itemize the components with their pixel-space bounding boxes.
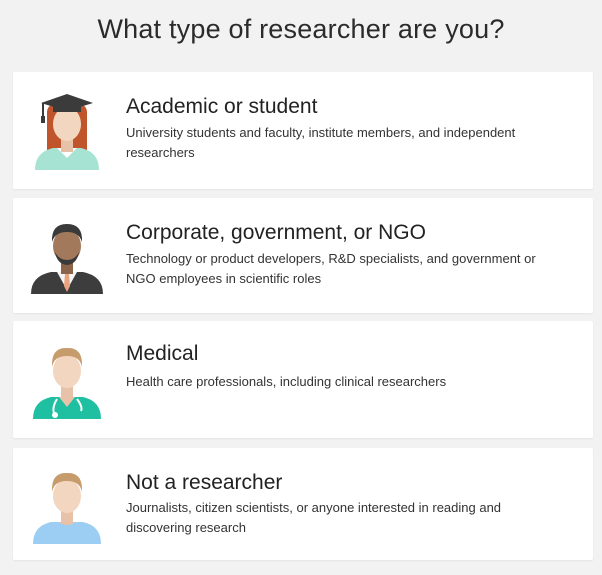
option-title: Not a researcher xyxy=(126,471,283,494)
option-academic-card[interactable]: Academic or student University students … xyxy=(13,72,593,189)
option-corporate-card[interactable]: Corporate, government, or NGO Technology… xyxy=(13,198,593,313)
corporate-avatar-icon xyxy=(29,214,105,294)
non-researcher-avatar-icon xyxy=(29,464,105,544)
option-description: University students and faculty, institu… xyxy=(126,125,516,160)
option-not-researcher-card[interactable]: Not a researcher Journalists, citizen sc… xyxy=(13,448,593,560)
option-title: Academic or student xyxy=(126,95,318,118)
option-description: Health care professionals, including cli… xyxy=(126,374,447,389)
option-medical-card[interactable]: Medical Health care professionals, inclu… xyxy=(13,321,593,438)
researcher-type-page: What type of researcher are you? Academi… xyxy=(0,0,602,575)
option-description: Journalists, citizen scientists, or anyo… xyxy=(126,500,502,535)
option-title: Corporate, government, or NGO xyxy=(126,221,426,244)
academic-avatar-icon xyxy=(29,90,105,170)
page-title: What type of researcher are you? xyxy=(97,14,505,44)
option-title: Medical xyxy=(126,342,199,365)
medical-avatar-icon xyxy=(29,339,105,419)
option-description: Technology or product developers, R&D sp… xyxy=(126,251,536,286)
